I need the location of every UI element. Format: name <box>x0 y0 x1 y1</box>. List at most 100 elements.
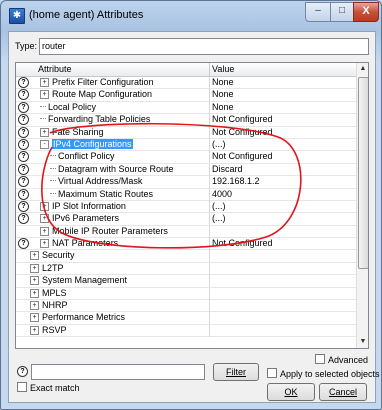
table-row[interactable]: ? Forwarding Table Policies Not Configured <box>16 114 356 127</box>
column-divider <box>209 250 210 263</box>
help-icon[interactable]: ? <box>18 101 29 113</box>
attribute-value[interactable]: Discard <box>212 164 243 175</box>
expand-icon[interactable]: + <box>30 276 39 286</box>
table-row[interactable]: + NHRP <box>16 300 356 313</box>
expand-icon[interactable]: + <box>30 325 39 335</box>
attribute-value[interactable]: None <box>212 77 234 88</box>
help-icon[interactable]: ? <box>18 176 29 188</box>
table-row[interactable]: + RSVP <box>16 324 356 338</box>
help-icon[interactable]: ? <box>18 151 29 163</box>
attribute-value[interactable]: None <box>212 102 234 113</box>
expand-icon[interactable]: + <box>30 301 39 311</box>
column-header-attribute[interactable]: Attribute <box>38 64 72 74</box>
type-label: Type: <box>15 41 38 51</box>
type-field[interactable]: router <box>39 38 369 55</box>
attribute-value[interactable]: None <box>212 89 234 100</box>
expand-icon[interactable]: + <box>30 288 39 298</box>
maximize-button[interactable]: □ <box>330 2 354 22</box>
vertical-scrollbar[interactable]: ▲ ▼ <box>356 63 368 348</box>
tree-connector <box>40 105 46 107</box>
checkbox-box[interactable] <box>17 382 27 392</box>
advanced-checkbox[interactable]: Advanced <box>315 354 368 366</box>
column-divider <box>209 312 210 325</box>
scrollbar-thumb[interactable] <box>358 77 368 269</box>
table-row[interactable]: ? + IP Slot Information (...) <box>16 200 356 214</box>
table-row[interactable]: + MPLS <box>16 287 356 301</box>
table-row[interactable]: ? + Fate Sharing Not Configured <box>16 126 356 139</box>
app-icon: ✱ <box>9 8 25 24</box>
table-row[interactable]: ? Virtual Address/Mask 192.168.1.2 <box>16 176 356 189</box>
table-row[interactable]: ? Maximum Static Routes 4000 <box>16 188 356 201</box>
filter-input[interactable] <box>31 364 205 380</box>
help-icon[interactable]: ? <box>18 188 29 200</box>
checkbox-box[interactable] <box>267 368 277 378</box>
collapse-icon[interactable]: - <box>40 139 49 149</box>
attribute-value[interactable]: Not Configured <box>212 151 273 162</box>
scroll-down-arrow-icon[interactable]: ▼ <box>357 336 368 348</box>
help-icon[interactable]: ? <box>18 126 29 138</box>
help-icon[interactable]: ? <box>18 114 29 126</box>
table-row[interactable]: ? Datagram with Source Route Discard <box>16 163 356 177</box>
attribute-name: Virtual Address/Mask <box>50 176 142 187</box>
table-row[interactable]: ? Local Policy None <box>16 101 356 115</box>
ok-button[interactable]: OK <box>267 383 315 401</box>
help-icon[interactable]: ? <box>18 238 29 250</box>
attribute-value[interactable]: Not Configured <box>212 127 273 138</box>
attribute-value[interactable]: Not Configured <box>212 238 273 249</box>
help-icon[interactable]: ? <box>18 77 29 88</box>
attribute-value[interactable]: (...) <box>212 213 226 224</box>
table-row[interactable]: + System Management <box>16 275 356 288</box>
expand-icon[interactable]: + <box>40 78 49 87</box>
table-row[interactable]: + Security <box>16 250 356 263</box>
attribute-label: Prefix Filter Configuration <box>52 77 154 87</box>
expand-icon[interactable]: + <box>40 127 49 137</box>
table-row[interactable]: ? Conflict Policy Not Configured <box>16 151 356 164</box>
column-divider <box>209 275 210 288</box>
help-icon[interactable]: ? <box>18 89 29 101</box>
table-row[interactable]: ? + Route Map Configuration None <box>16 89 356 102</box>
expand-icon[interactable]: + <box>40 214 49 224</box>
table-row[interactable]: + L2TP <box>16 262 356 276</box>
column-divider[interactable] <box>209 63 210 76</box>
scroll-up-arrow-icon[interactable]: ▲ <box>357 63 368 75</box>
help-icon[interactable]: ? <box>18 138 29 150</box>
expand-icon[interactable]: + <box>30 251 39 261</box>
table-row[interactable]: ? - IPv4 Configurations (...) <box>16 138 356 152</box>
attribute-label: MPLS <box>42 287 67 298</box>
table-row[interactable]: ? + NAT Parameters Not Configured <box>16 238 356 251</box>
expand-icon[interactable]: + <box>40 90 49 100</box>
cancel-button[interactable]: Cancel <box>319 383 367 401</box>
help-icon[interactable]: ? <box>18 200 29 212</box>
checkbox-box[interactable] <box>315 354 325 364</box>
attribute-value[interactable]: (...) <box>212 201 226 212</box>
attribute-label: L2TP <box>42 262 64 273</box>
apply-selected-checkbox[interactable]: Apply to selected objects <box>267 368 380 380</box>
help-icon[interactable]: ? <box>18 213 29 225</box>
attribute-name: + Security <box>30 250 75 261</box>
exact-match-checkbox[interactable]: Exact match <box>17 382 80 394</box>
expand-icon[interactable]: + <box>30 263 39 273</box>
column-divider <box>209 262 210 275</box>
attribute-label: Conflict Policy <box>58 151 115 162</box>
attribute-value[interactable]: (...) <box>212 139 226 150</box>
filter-button[interactable]: Filter <box>213 363 259 381</box>
table-row[interactable]: + Mobile IP Router Parameters <box>16 225 356 239</box>
attribute-value[interactable]: 192.168.1.2 <box>212 176 260 187</box>
table-row[interactable]: + Performance Metrics <box>16 312 356 325</box>
minimize-button[interactable]: – <box>305 2 331 22</box>
help-icon[interactable]: ? <box>18 163 29 175</box>
attribute-value[interactable]: Not Configured <box>212 114 273 125</box>
attribute-name: + Prefix Filter Configuration <box>40 77 154 88</box>
table-row[interactable]: ? + IPv6 Parameters (...) <box>16 213 356 226</box>
close-button[interactable]: X <box>353 2 379 22</box>
attribute-value[interactable]: 4000 <box>212 189 232 200</box>
help-icon[interactable]: ? <box>17 366 28 377</box>
title-bar[interactable]: ✱ (home agent) Attributes – □ X <box>1 1 381 31</box>
table-row[interactable]: ? + Prefix Filter Configuration None <box>16 77 356 90</box>
dialog-footer: ? Filter Advanced Apply to selected obje… <box>15 354 380 401</box>
expand-icon[interactable]: + <box>40 201 49 211</box>
expand-icon[interactable]: + <box>40 239 49 249</box>
expand-icon[interactable]: + <box>30 313 39 323</box>
column-header-value[interactable]: Value <box>212 64 234 74</box>
expand-icon[interactable]: + <box>40 226 49 236</box>
